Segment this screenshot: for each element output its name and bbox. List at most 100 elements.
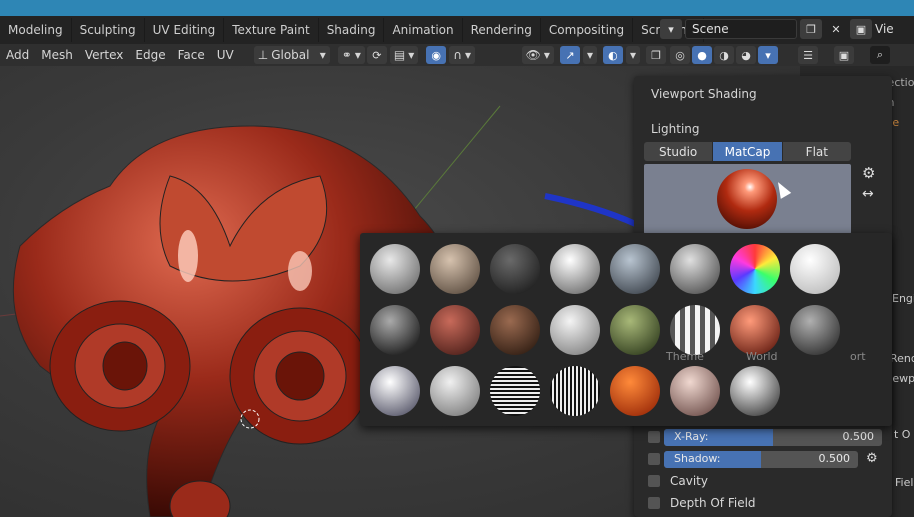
matcap-preview[interactable] — [644, 164, 851, 234]
copy-scene-icon[interactable]: ❐ — [800, 19, 822, 39]
view-layer-browse-button[interactable]: ▣ — [850, 19, 872, 39]
shadow-settings-gear-icon[interactable]: ⚙ — [866, 451, 878, 466]
snap-target-dropdown[interactable]: ▤ ▾ — [389, 46, 419, 64]
xray-value: 0.500 — [842, 430, 875, 443]
proportional-edit-icon[interactable]: ◉ — [426, 46, 447, 64]
matcap-dark[interactable] — [490, 244, 540, 294]
gizmo-dropdown[interactable]: ▾ — [582, 46, 597, 64]
editor-type-icon[interactable]: ☰ — [798, 46, 818, 64]
tab-texture-paint[interactable]: Texture Paint — [224, 18, 319, 42]
matcap-pink-skin[interactable] — [670, 366, 720, 416]
render-label-partial: Rend — [890, 352, 914, 365]
chevron-down-icon: ▾ — [408, 48, 415, 62]
gizmo-icon[interactable]: ↗ — [559, 46, 580, 64]
view-layer-label[interactable]: Vie — [875, 22, 894, 36]
falloff-dropdown[interactable]: ∩ ▾ — [449, 46, 476, 64]
dof-label: Depth Of Field — [670, 496, 756, 510]
xray-row — [648, 428, 660, 446]
scene-browse-button[interactable]: ▾ — [660, 19, 682, 39]
dof-row: Depth Of Field — [648, 494, 756, 512]
wireframe-shading-icon[interactable]: ◎ — [670, 46, 690, 64]
matcap-black-rim[interactable] — [370, 305, 420, 355]
xray-label: X-Ray: — [674, 430, 709, 443]
solid-shading-icon[interactable]: ● — [692, 46, 712, 64]
tab-animation[interactable]: Animation — [384, 18, 463, 42]
material-preview-icon[interactable]: ◑ — [714, 46, 734, 64]
matcap-brown[interactable] — [490, 305, 540, 355]
matcap-white-soft[interactable] — [790, 244, 840, 294]
menu-vertex[interactable]: Vertex — [79, 45, 130, 65]
menu-mesh[interactable]: Mesh — [35, 45, 79, 65]
overlays-icon[interactable]: ◐ — [602, 46, 623, 64]
popover-title: Viewport Shading — [651, 87, 757, 101]
xray-slider[interactable]: X-Ray: 0.500 — [664, 429, 882, 446]
menu-face[interactable]: Face — [172, 45, 211, 65]
dof-checkbox[interactable] — [648, 497, 660, 509]
tab-modeling[interactable]: Modeling — [0, 18, 72, 42]
cavity-checkbox[interactable] — [648, 475, 660, 487]
tab-shading[interactable]: Shading — [319, 18, 385, 42]
cavity-label: Cavity — [670, 474, 708, 488]
scene-name-field[interactable]: Scene — [685, 19, 797, 39]
shadow-value: 0.500 — [818, 452, 851, 465]
matcap-red-clay[interactable] — [430, 305, 480, 355]
matcap-reflection[interactable] — [370, 366, 420, 416]
matcap-orange[interactable] — [610, 366, 660, 416]
menu-add[interactable]: Add — [0, 45, 35, 65]
matcap-chrome-light[interactable] — [550, 244, 600, 294]
overlays-dropdown[interactable]: ▾ — [625, 46, 640, 64]
matcap-rainbow[interactable] — [730, 244, 780, 294]
xray-toggle-icon[interactable]: ❐ — [646, 46, 666, 64]
scene-selector: ▾ Scene ❐ ✕ ▣ Vie — [660, 18, 894, 40]
pivot-dropdown[interactable]: ⚭ ▾ — [337, 46, 365, 64]
matcap-h-lines[interactable] — [490, 366, 540, 416]
rendered-shading-icon[interactable]: ◕ — [736, 46, 756, 64]
xray-checkbox[interactable] — [648, 431, 660, 443]
chevron-down-icon: ▾ — [586, 48, 593, 62]
tab-rendering[interactable]: Rendering — [463, 18, 541, 42]
flip-matcap-icon[interactable]: ↔ — [862, 186, 874, 202]
matcap-pearl[interactable] — [550, 305, 600, 355]
tab-uv-editing[interactable]: UV Editing — [145, 18, 225, 42]
matcap-skin[interactable] — [430, 244, 480, 294]
matcap-striped[interactable] — [670, 305, 720, 355]
matcap-metal-blue[interactable] — [610, 244, 660, 294]
display-mode-icon[interactable]: ▣ — [834, 46, 854, 64]
falloff-curve-icon: ∩ — [453, 48, 463, 62]
matcap-red-glossy[interactable] — [730, 305, 780, 355]
close-icon[interactable]: ✕ — [825, 19, 847, 39]
matcap-white-clay[interactable] — [370, 244, 420, 294]
lighting-studio-button[interactable]: Studio — [644, 142, 714, 161]
matcap-white-rim[interactable] — [730, 366, 780, 416]
snap-target-icon: ▤ — [393, 48, 406, 62]
snap-icon[interactable]: ⟳ — [366, 46, 387, 64]
tab-compositing[interactable]: Compositing — [541, 18, 634, 42]
shadow-checkbox[interactable] — [648, 453, 660, 465]
menu-edge[interactable]: Edge — [129, 45, 171, 65]
shading-options-chevron-icon[interactable]: ▾ — [758, 46, 778, 64]
matcap-silver-soft[interactable] — [430, 366, 480, 416]
tab-sculpting[interactable]: Sculpting — [72, 18, 145, 42]
object-label-partial: t O — [894, 428, 911, 441]
visibility-dropdown[interactable]: 👁 ▾ — [521, 46, 554, 64]
gear-icon[interactable]: ⚙ — [862, 164, 875, 182]
shadow-row — [648, 450, 660, 468]
lighting-label: Lighting — [651, 122, 700, 136]
chevron-down-icon: ▾ — [354, 48, 361, 62]
shadow-slider[interactable]: Shadow: 0.500 — [664, 451, 858, 468]
eye-icon: 👁 — [525, 48, 541, 62]
search-icon[interactable]: ⌕ — [870, 46, 890, 64]
matcap-gray-glossy[interactable] — [790, 305, 840, 355]
theme-label-behind: Theme — [666, 350, 704, 363]
world-label-behind: World — [746, 350, 778, 363]
menu-uv[interactable]: UV — [211, 45, 240, 65]
matcap-picker-grid: Theme World ort — [360, 233, 892, 426]
lighting-matcap-button[interactable]: MatCap — [713, 142, 783, 161]
transform-orientation-dropdown[interactable]: ⊥ Global ▾ — [253, 46, 330, 64]
matcap-green[interactable] — [610, 305, 660, 355]
orientation-icon: ⊥ — [257, 48, 269, 62]
matcap-v-lines[interactable] — [550, 366, 600, 416]
chevron-down-icon: ▾ — [543, 48, 550, 62]
matcap-silver[interactable] — [670, 244, 720, 294]
lighting-flat-button[interactable]: Flat — [782, 142, 851, 161]
